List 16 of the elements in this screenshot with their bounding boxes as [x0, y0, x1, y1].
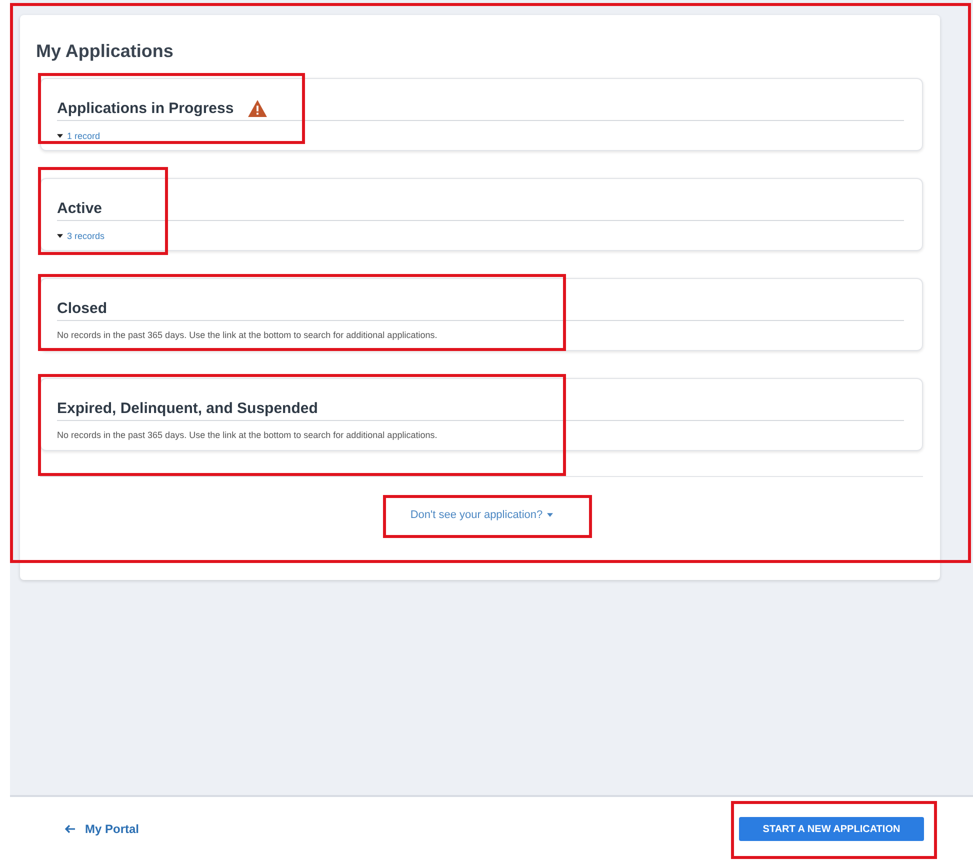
caret-icon — [57, 134, 63, 138]
caret-icon — [546, 513, 553, 517]
panel-title: My Applications — [36, 41, 174, 62]
records-toggle[interactable]: 1 record — [57, 131, 100, 141]
start-application-button[interactable]: START A NEW APPLICATION — [739, 817, 924, 841]
arrow-left-icon — [64, 824, 76, 834]
empty-message: No records in the past 365 days. Use the link at the bottom to search for additional applications. — [57, 330, 438, 340]
back-link[interactable]: My Portal — [64, 822, 140, 836]
caret-icon — [57, 234, 63, 238]
empty-message: No records in the past 365 days. Use the link at the bottom to search for additional applications. — [57, 430, 438, 440]
records-toggle[interactable]: 3 records — [57, 231, 105, 241]
section-title: Closed — [57, 300, 108, 316]
section-title: Active — [57, 200, 102, 216]
section-title: Applications in Progress — [57, 100, 234, 116]
section-title: Expired, Delinquent, and Suspended — [57, 400, 318, 416]
help-link[interactable]: Don't see your application? — [410, 509, 553, 521]
